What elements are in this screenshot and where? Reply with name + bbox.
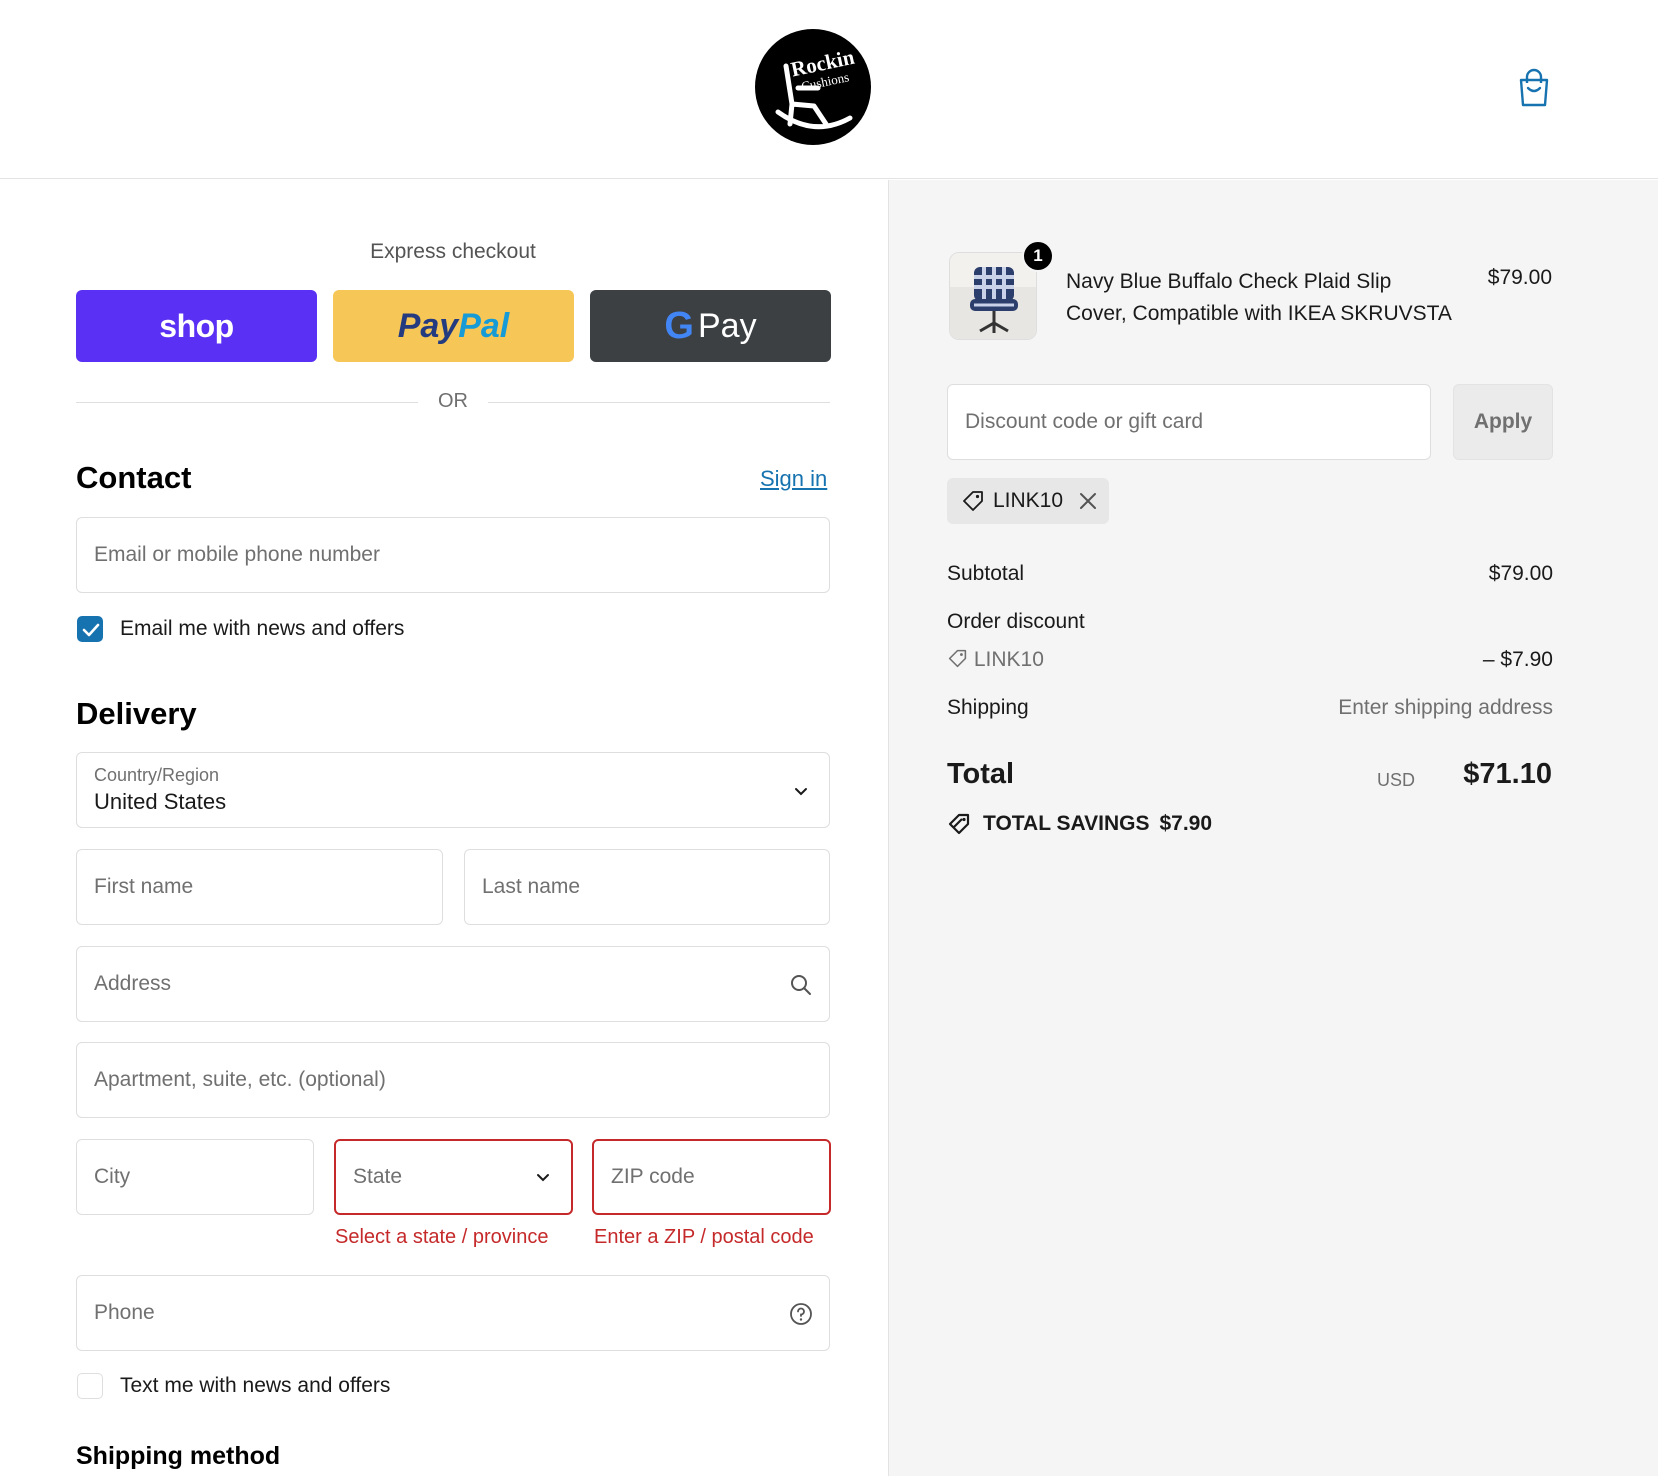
address-input[interactable] [94, 947, 786, 1021]
divider-line-right [488, 402, 830, 403]
product-price: $79.00 [1487, 266, 1552, 289]
product-thumbnail [949, 252, 1037, 340]
apply-discount-button[interactable]: Apply [1453, 384, 1553, 460]
delivery-heading: Delivery [76, 696, 197, 731]
subtotal-value: $79.00 [1488, 562, 1553, 585]
shipping-label: Shipping [947, 696, 1029, 719]
total-currency: USD [1376, 770, 1415, 790]
state-select[interactable]: State [334, 1139, 573, 1215]
phone-field[interactable] [76, 1275, 830, 1351]
paypal-label-pay: Pay [397, 306, 459, 345]
phone-input[interactable] [94, 1276, 786, 1350]
sms-checkbox[interactable] [77, 1373, 103, 1399]
country-select[interactable]: Country/Region United States [76, 752, 830, 828]
discount-input[interactable] [965, 385, 1387, 459]
apartment-field[interactable] [76, 1042, 830, 1118]
news-checkbox[interactable] [77, 616, 103, 642]
shopping-bag-icon[interactable] [1516, 68, 1552, 108]
shipping-method-heading: Shipping method [76, 1442, 281, 1470]
shipping-value: Enter shipping address [1338, 696, 1553, 719]
city-field[interactable] [76, 1139, 314, 1215]
store-logo[interactable]: Rockin Cushions [754, 28, 872, 146]
discount-value: – $7.90 [1482, 648, 1553, 671]
checkout-form: Express checkout shop Pay Pal G Pay OR Co… [0, 180, 888, 1476]
total-savings: TOTAL SAVINGS $7.90 [947, 811, 1212, 837]
total-value: $71.10 [1463, 758, 1552, 790]
state-error-message: Select a state / province [335, 1226, 549, 1248]
country-value: United States [94, 789, 227, 814]
checkmark-icon [82, 623, 100, 637]
google-pay-label: Pay [697, 306, 757, 345]
savings-label: TOTAL SAVINGS [983, 812, 1150, 835]
checkout-header: Rockin Cushions [0, 0, 1658, 179]
shop-pay-label: shop [159, 307, 234, 344]
order-discount-row: Order discount [947, 610, 1553, 634]
search-icon[interactable] [789, 973, 813, 997]
chair-image [950, 253, 1036, 339]
zip-input[interactable] [611, 1141, 786, 1213]
state-select-value: State [353, 1165, 403, 1188]
shop-pay-button[interactable]: shop [76, 290, 317, 362]
paypal-label-pal: Pal [458, 306, 510, 345]
zip-error-message: Enter a ZIP / postal code [594, 1226, 814, 1248]
item-quantity-badge: 1 [1022, 240, 1054, 272]
subtotal-row: Subtotal $79.00 [947, 562, 1553, 586]
last-name-input[interactable] [482, 850, 786, 924]
discount-code-row: LINK10 – $7.90 [947, 648, 1553, 672]
first-name-field[interactable] [76, 849, 443, 925]
order-discount-label: Order discount [947, 610, 1085, 633]
paypal-button[interactable]: Pay Pal [333, 290, 574, 362]
sign-in-link[interactable]: Sign in [760, 466, 827, 492]
shipping-row: Shipping Enter shipping address [947, 696, 1553, 720]
last-name-field[interactable] [464, 849, 830, 925]
sms-checkbox-label: Text me with news and offers [120, 1374, 391, 1397]
chevron-down-icon [537, 1174, 549, 1182]
remove-discount-icon[interactable] [1077, 490, 1099, 512]
address-field[interactable] [76, 946, 830, 1022]
applied-discount-code: LINK10 [993, 489, 1064, 512]
order-summary: 1 Navy Blue Buffalo Check Plaid Slip Cov… [888, 180, 1658, 1476]
email-input[interactable] [94, 518, 786, 592]
apartment-input[interactable] [94, 1043, 786, 1117]
applied-discount-tag: LINK10 [947, 478, 1109, 524]
total-label: Total [947, 758, 1015, 790]
news-checkbox-label: Email me with news and offers [120, 617, 405, 640]
or-divider: OR [76, 390, 830, 414]
help-circle-icon[interactable] [789, 1302, 813, 1326]
savings-tag-icon [948, 813, 970, 835]
google-g-icon: G [664, 304, 694, 347]
savings-value: $7.90 [1159, 812, 1213, 835]
country-label: Country/Region [94, 765, 220, 785]
zip-field[interactable] [592, 1139, 831, 1215]
subtotal-label: Subtotal [947, 562, 1025, 585]
product-name: Navy Blue Buffalo Check Plaid Slip Cover… [1066, 270, 1452, 325]
discount-field[interactable] [947, 384, 1431, 460]
email-field[interactable] [76, 517, 830, 593]
first-name-input[interactable] [94, 850, 399, 924]
express-checkout-title: Express checkout [370, 240, 536, 263]
tag-icon [963, 491, 983, 511]
google-pay-button[interactable]: G Pay [590, 290, 831, 362]
discount-code-label: LINK10 [973, 648, 1044, 671]
chevron-down-icon [795, 788, 807, 796]
city-input[interactable] [94, 1140, 270, 1214]
tag-icon [948, 649, 967, 668]
contact-heading: Contact [76, 460, 192, 495]
